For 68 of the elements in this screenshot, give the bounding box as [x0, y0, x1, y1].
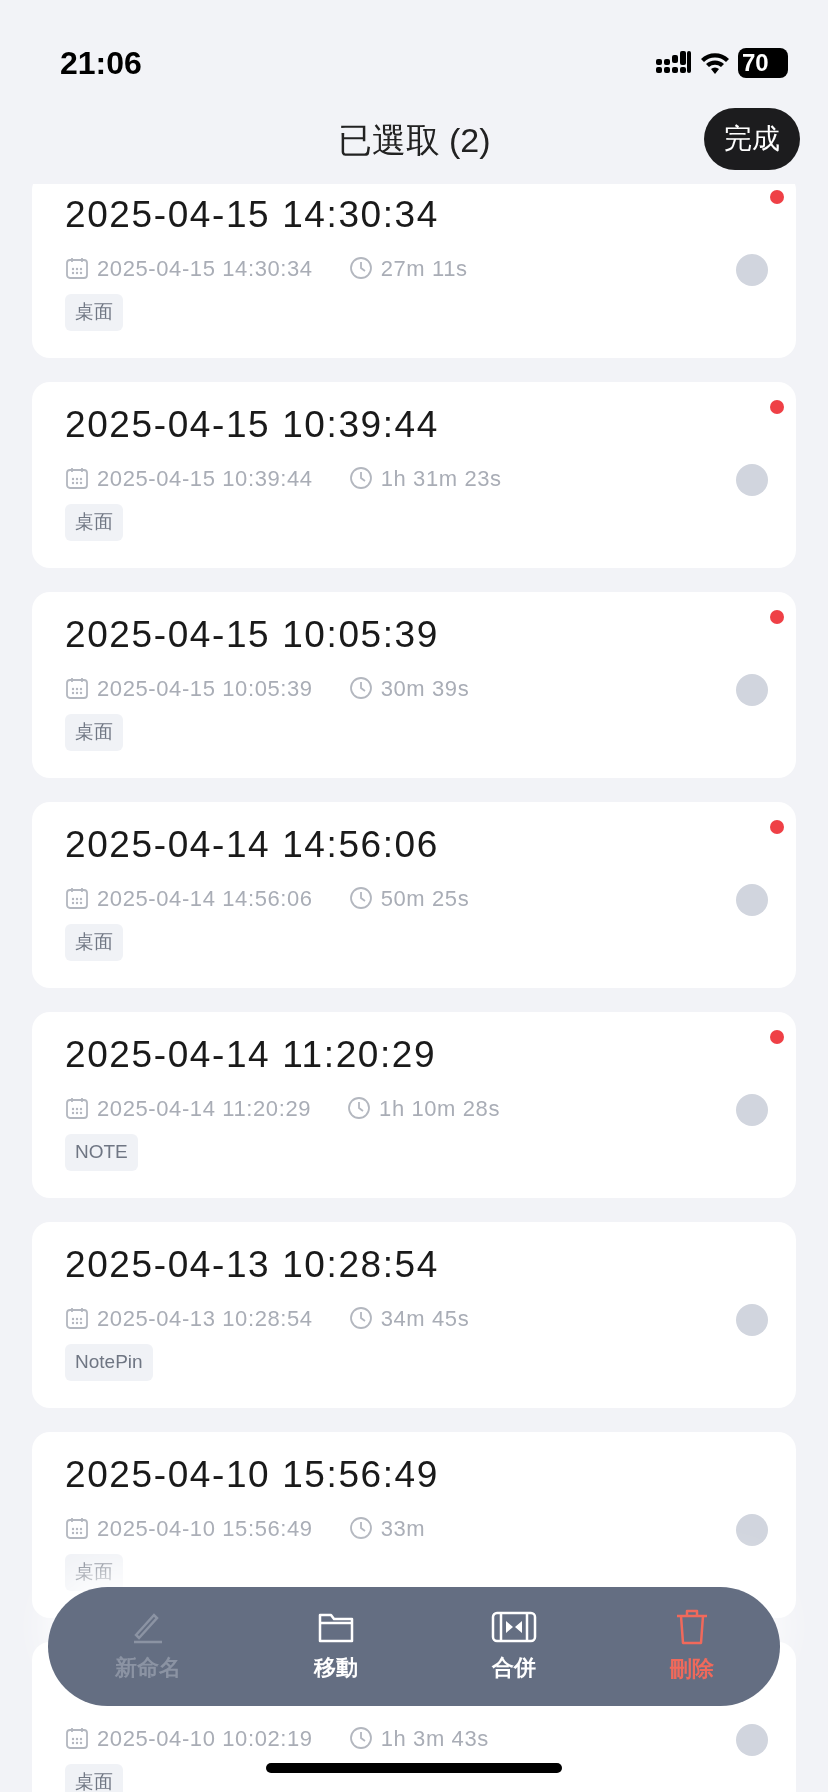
done-button[interactable]: 完成: [704, 108, 800, 170]
calendar-icon: [65, 1516, 89, 1540]
recording-title: 2025-04-14 11:20:29: [65, 1033, 438, 1077]
select-circle[interactable]: [736, 1094, 768, 1126]
select-circle[interactable]: [736, 1724, 768, 1756]
calendar-icon: [65, 886, 89, 910]
wifi-icon: [700, 52, 730, 74]
tag-label: 桌面: [65, 504, 123, 541]
battery-level: 70: [738, 48, 788, 78]
clock-icon: [347, 1096, 372, 1120]
recording-title: 2025-04-15 10:05:39: [65, 613, 440, 657]
recording-title: 2025-04-15 10:39:44: [65, 403, 440, 447]
signal-icon: [656, 51, 692, 75]
recording-card[interactable]: 2025-04-13 10:28:54 2025-04-13 10:28:54 34m 45s NotePin: [32, 1222, 796, 1408]
calendar-icon: [65, 676, 89, 700]
clock-icon: [348, 1306, 373, 1330]
tag-label: 桌面: [65, 714, 123, 751]
tag-label: 桌面: [65, 1554, 123, 1591]
recording-duration: 30m 39s: [380, 674, 470, 703]
recording-title: 2025-04-15 14:30:34: [65, 193, 440, 237]
tag-label: 桌面: [65, 294, 123, 331]
recording-card[interactable]: 2025-04-15 10:05:39 2025-04-15 10:05:39 30m 39s 桌面: [32, 592, 796, 778]
recording-title: 2025-04-13 10:28:54: [65, 1243, 440, 1287]
recording-date: 2025-04-13 10:28:54: [97, 1304, 313, 1333]
calendar-icon: [65, 1096, 89, 1120]
recording-date: 2025-04-14 14:56:06: [97, 884, 313, 913]
clock-icon: [348, 466, 373, 490]
tag-label: 桌面: [65, 924, 123, 961]
recording-date: 2025-04-15 14:30:34: [97, 254, 313, 283]
select-circle[interactable]: [736, 674, 768, 706]
recording-duration: 1h 10m 28s: [379, 1094, 501, 1123]
recording-date: 2025-04-14 11:20:29: [97, 1094, 312, 1123]
calendar-icon: [65, 256, 89, 280]
clock-icon: [348, 676, 373, 700]
recording-duration: 33m: [380, 1514, 426, 1543]
recording-duration: 27m 11s: [380, 254, 468, 283]
clock-icon: [348, 256, 373, 280]
clock-icon: [348, 1516, 373, 1540]
recording-card[interactable]: 2025-04-14 14:56:06 2025-04-14 14:56:06 50m 25s 桌面: [32, 802, 796, 988]
status-time: 21:06: [60, 44, 142, 83]
recording-title: 2025-04-14 14:56:06: [65, 823, 440, 867]
recording-card[interactable]: 2025-04-14 11:20:29 2025-04-14 11:20:29 1h 10m 28s NOTE: [32, 1012, 796, 1198]
recording-card[interactable]: 2025-04-15 10:39:44 2025-04-15 10:39:44 1h 31m 23s 桌面: [32, 382, 796, 568]
merge-icon: [490, 1609, 537, 1645]
recording-date: 2025-04-10 10:02:19: [97, 1724, 313, 1753]
clock-icon: [348, 886, 373, 910]
recording-duration: 50m 25s: [380, 884, 470, 913]
recording-date: 2025-04-15 10:39:44: [97, 464, 313, 493]
recording-card[interactable]: 2025-04-15 14:30:34 2025-04-15 14:30:34 27m 11s 桌面: [32, 184, 796, 358]
select-circle[interactable]: [736, 1304, 768, 1336]
clock-icon: [348, 1726, 373, 1750]
calendar-icon: [65, 1726, 89, 1750]
recording-duration: 34m 45s: [380, 1304, 470, 1333]
recording-duration: 1h 3m 43s: [380, 1724, 489, 1753]
calendar-icon: [65, 1306, 89, 1330]
select-circle[interactable]: [736, 1514, 768, 1546]
recording-title: 2025-04-10 15:56:49: [65, 1453, 440, 1497]
calendar-icon: [65, 466, 89, 490]
tag-label: 桌面: [65, 1764, 123, 1792]
select-circle[interactable]: [736, 254, 768, 286]
tag-label: NotePin: [65, 1344, 153, 1381]
select-circle[interactable]: [736, 464, 768, 496]
recording-duration: 1h 31m 23s: [380, 464, 502, 493]
recording-date: 2025-04-10 15:56:49: [97, 1514, 313, 1543]
page-title: 已選取 (2): [337, 119, 491, 161]
tag-label: NOTE: [65, 1134, 138, 1171]
recording-date: 2025-04-15 10:05:39: [97, 674, 313, 703]
select-circle[interactable]: [736, 884, 768, 916]
